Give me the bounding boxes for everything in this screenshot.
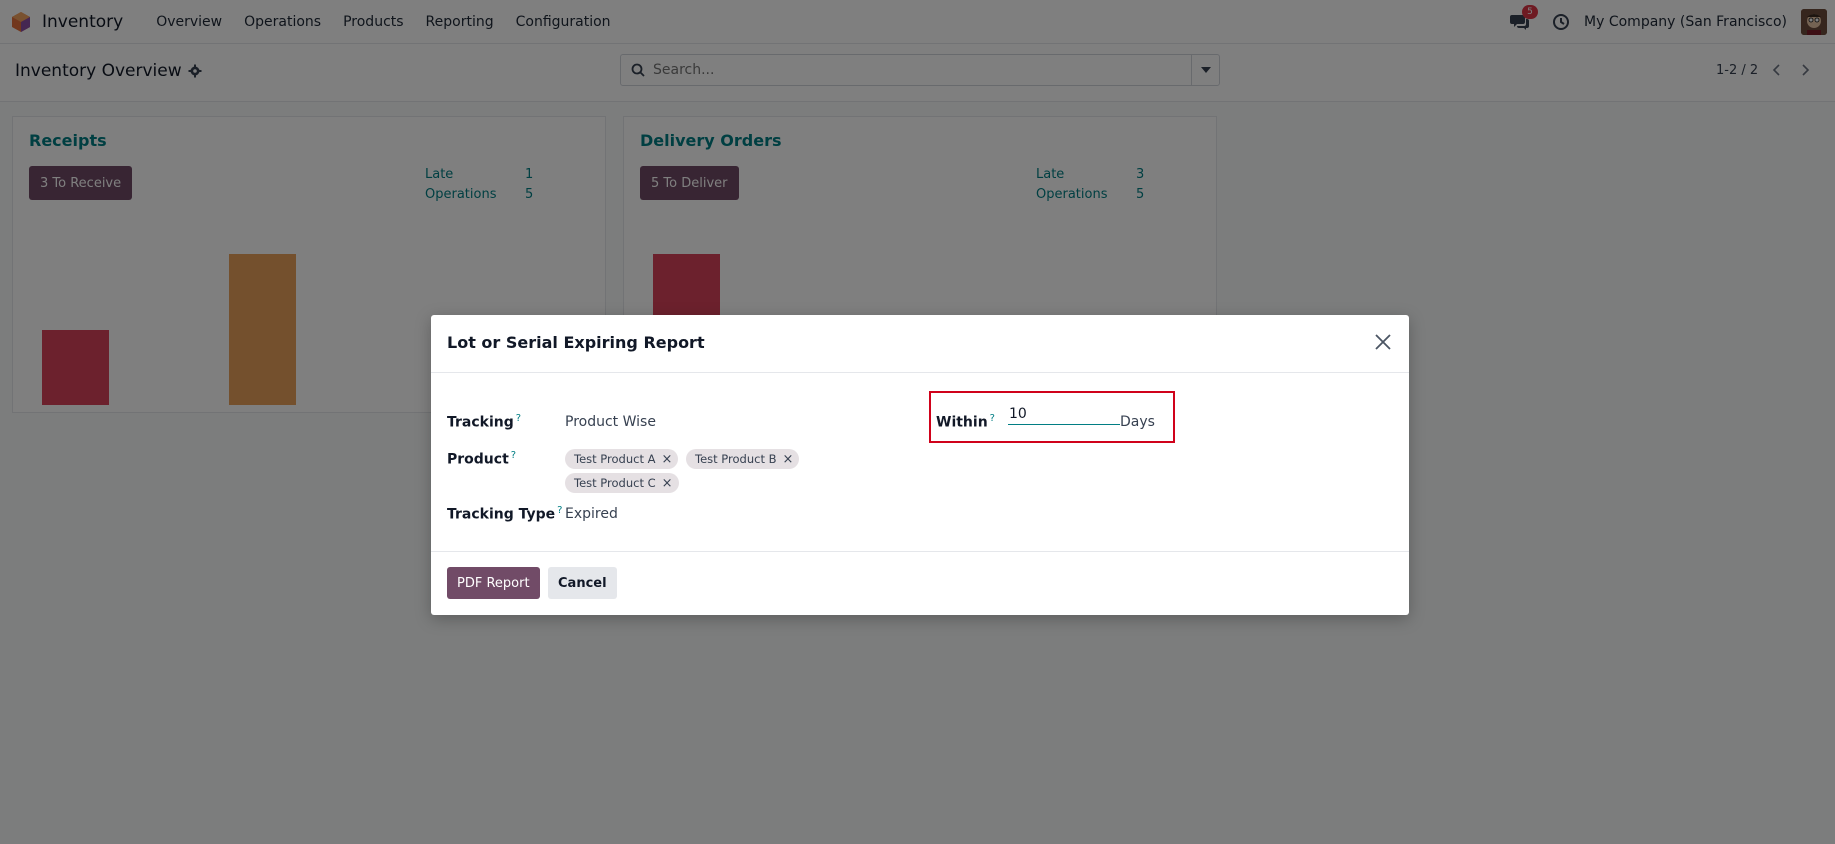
cancel-button[interactable]: Cancel — [548, 567, 617, 599]
tracking-type-label-text: Tracking Type — [447, 506, 556, 523]
dialog-header: Lot or Serial Expiring Report — [431, 315, 1409, 373]
within-days-input[interactable] — [1008, 403, 1120, 425]
dialog-body: Tracking? Product Wise Product? Test Pro… — [431, 373, 1409, 552]
remove-tag-icon[interactable]: × — [662, 452, 673, 467]
product-label-text: Product — [447, 451, 509, 468]
tracking-help-icon[interactable]: ? — [516, 413, 521, 424]
tracking-label: Tracking? — [447, 413, 521, 431]
remove-tag-icon[interactable]: × — [662, 476, 673, 491]
product-tag-label: Test Product B — [695, 452, 777, 466]
tracking-label-text: Tracking — [447, 414, 514, 431]
within-unit-label: Days — [1120, 414, 1155, 430]
product-help-icon[interactable]: ? — [511, 450, 516, 461]
product-tag: Test Product C × — [565, 473, 679, 493]
tracking-type-label: Tracking Type? — [447, 505, 562, 523]
expiring-report-dialog: Lot or Serial Expiring Report Tracking? … — [431, 315, 1409, 615]
within-label-text: Within — [936, 414, 988, 431]
product-tag: Test Product B × — [686, 449, 800, 469]
pdf-report-button[interactable]: PDF Report — [447, 567, 540, 599]
close-icon[interactable] — [1373, 332, 1393, 352]
product-tag: Test Product A × — [565, 449, 679, 469]
tracking-type-help-icon[interactable]: ? — [557, 505, 562, 516]
tracking-value[interactable]: Product Wise — [565, 414, 656, 430]
within-label: Within? — [936, 413, 995, 431]
product-tag-label: Test Product C — [574, 476, 656, 490]
dialog-title: Lot or Serial Expiring Report — [447, 333, 705, 352]
product-label: Product? — [447, 450, 516, 468]
within-help-icon[interactable]: ? — [990, 413, 995, 424]
product-tag-label: Test Product A — [574, 452, 656, 466]
tracking-type-value[interactable]: Expired — [565, 506, 618, 522]
remove-tag-icon[interactable]: × — [783, 452, 794, 467]
